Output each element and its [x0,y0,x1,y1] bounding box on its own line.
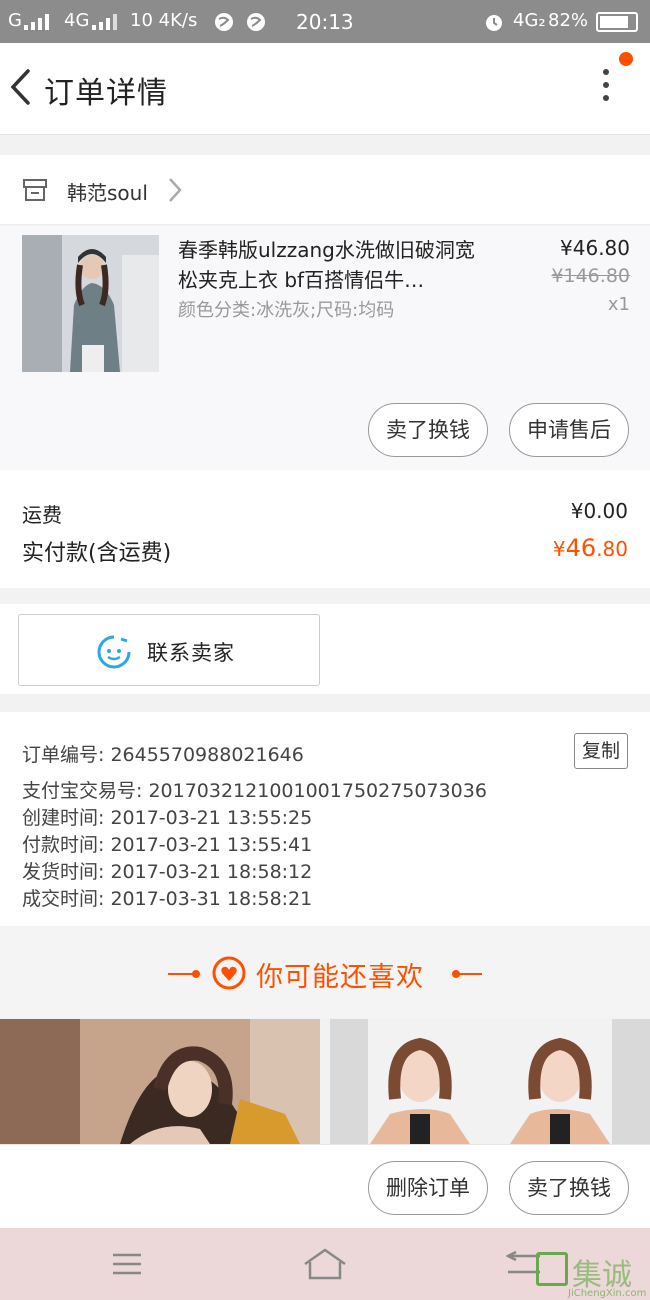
paid-label: 实付款(含运费) [22,541,172,566]
alipay-number: 支付宝交易号: 2017032121001001750275073036 [22,780,487,802]
bottom-action-bar: 删除订单 卖了换钱 [0,1144,650,1228]
heart-icon [212,956,246,990]
quantity: x1 [607,294,630,315]
network-type-1: 4G [64,10,90,31]
completed-time: 成交时间: 2017-03-31 18:58:21 [22,888,313,910]
watermark-subtext: JiChengXin.com [568,1288,647,1299]
product-thumbnail[interactable] [22,235,159,372]
signal-icon [24,14,49,30]
back-arrow-icon[interactable] [8,67,32,107]
product-price: ¥46.80 [560,236,630,260]
store-icon [23,179,47,201]
paid-int: 46 [565,534,597,562]
watermark-logo-icon [536,1252,568,1286]
chat-face-icon [97,635,131,669]
recommend-title: 你可能还喜欢 [256,962,424,993]
order-info: 订单编号: 2645570988021646 复制 支付宝交易号: 201703… [0,712,650,926]
chevron-right-icon [169,178,182,202]
paid-currency: ¥ [552,537,566,561]
product-title[interactable]: 春季韩版ulzzang水洗做旧破洞宽松夹克上衣 bf百搭情侣牛… [178,235,478,295]
paid-time: 付款时间: 2017-03-21 13:55:41 [22,834,313,856]
network-type-2: 4G₂ [513,10,546,31]
recommend-product-image-2[interactable] [330,1019,650,1144]
recommend-header: 你可能还喜欢 [0,926,650,1018]
shipping-value: ¥0.00 [570,499,628,523]
page-title: 订单详情 [44,76,168,111]
status-bar: G 4G 10 4K/s 20:13 4G₂ 82% [0,0,650,43]
shop-row[interactable]: 韩范soul [0,155,650,225]
contact-seller-button[interactable]: 联系卖家 [18,614,320,686]
paid-dec: .80 [596,537,628,561]
more-menu-icon[interactable] [596,69,616,109]
carrier-label: G [8,10,22,31]
battery-percent: 82% [548,10,589,31]
menu-icon[interactable] [111,1252,143,1276]
product-spec: 颜色分类:冰洗灰;尺码:均码 [178,300,395,321]
net-speed: 10 4K/s [130,10,198,31]
sell-button[interactable]: 卖了换钱 [368,403,488,457]
after-sale-button[interactable]: 申请售后 [509,403,629,457]
delete-order-button[interactable]: 删除订单 [368,1161,488,1215]
contact-seller-label: 联系卖家 [147,641,235,665]
divider-line-right [456,973,482,975]
shipped-time: 发货时间: 2017-03-21 18:58:12 [22,861,313,883]
paid-amount: ¥46.80 [553,534,628,562]
app-header: 订单详情 [0,43,650,135]
copy-button[interactable]: 复制 [574,733,628,769]
home-icon[interactable] [302,1246,348,1282]
battery-icon [596,12,638,32]
alarm-icon [486,15,502,31]
signal-icon-2 [92,14,117,30]
order-number: 订单编号: 2645570988021646 [22,744,304,766]
shop-name[interactable]: 韩范soul [67,177,148,206]
recommend-product-image[interactable] [0,1019,320,1144]
clock: 20:13 [296,10,354,34]
order-item[interactable]: 春季韩版ulzzang水洗做旧破洞宽松夹克上衣 bf百搭情侣牛… 颜色分类:冰洗… [0,226,650,470]
notification-dot [619,52,633,66]
original-price: ¥146.80 [551,265,630,287]
contact-section: 联系卖家 [0,604,650,694]
sell-button-bottom[interactable]: 卖了换钱 [509,1161,629,1215]
divider-dot-left [192,970,200,978]
globe-icon [215,13,233,31]
created-time: 创建时间: 2017-03-21 13:55:25 [22,807,313,829]
fee-summary: 运费 ¥0.00 实付款(含运费) ¥46.80 [0,470,650,588]
globe-icon-2 [247,13,265,31]
shipping-label: 运费 [22,503,62,527]
